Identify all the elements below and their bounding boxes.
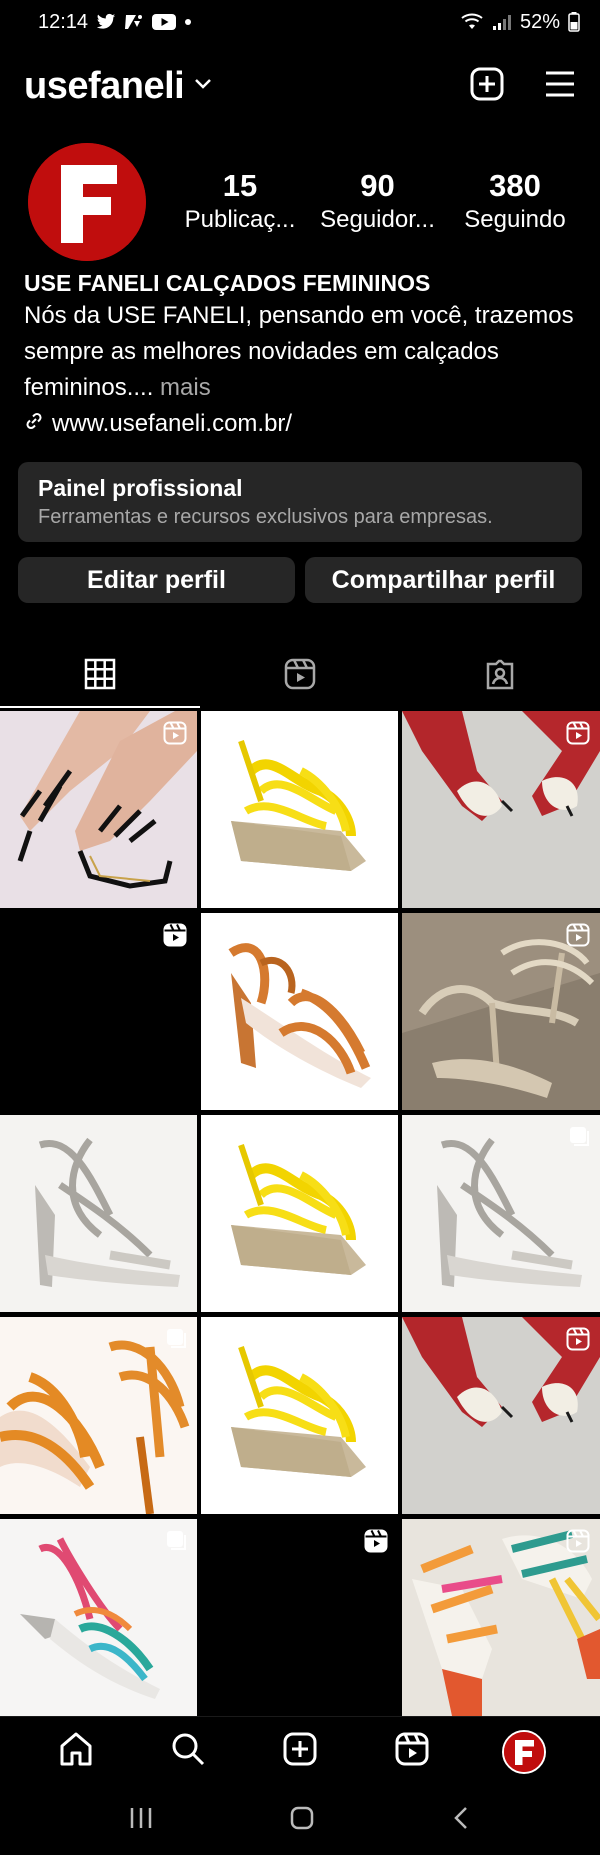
post-thumbnail[interactable] — [0, 711, 197, 908]
profile-tabs — [0, 645, 600, 708]
reel-icon — [566, 1327, 590, 1356]
account-switcher[interactable]: usefaneli — [24, 65, 212, 108]
nav-home[interactable] — [46, 1722, 106, 1782]
post-thumbnail[interactable] — [201, 913, 398, 1110]
reel-icon — [566, 1529, 590, 1558]
edit-profile-button[interactable]: Editar perfil — [18, 557, 295, 603]
post-thumbnail[interactable] — [0, 1519, 197, 1716]
post-thumbnail[interactable] — [0, 1317, 197, 1514]
tab-reels[interactable] — [200, 645, 400, 708]
share-profile-button[interactable]: Compartilhar perfil — [305, 557, 582, 603]
search-icon — [170, 1731, 206, 1772]
twitter-icon — [96, 13, 116, 31]
professional-dashboard[interactable]: Painel profissional Ferramentas e recurs… — [18, 462, 582, 542]
avatar-logo — [28, 143, 146, 261]
posts-grid — [0, 711, 600, 1716]
post-thumbnail[interactable] — [0, 913, 197, 1110]
reel-icon — [163, 721, 187, 750]
battery-icon — [568, 12, 580, 32]
bio-website-link[interactable]: www.usefaneli.com.br/ — [24, 406, 584, 442]
post-thumbnail[interactable] — [201, 1519, 398, 1716]
post-thumbnail[interactable] — [0, 1115, 197, 1312]
status-time: 12:14 — [38, 10, 89, 33]
profile-header: usefaneli — [0, 60, 600, 112]
post-thumbnail[interactable] — [201, 1317, 398, 1514]
bio-more-link[interactable]: mais — [153, 374, 211, 401]
multi-icon — [366, 1327, 388, 1354]
stat-following[interactable]: 380 Seguindo — [450, 168, 580, 236]
profile-summary: 15 Publicaç... 90 Seguidor... 380 Seguin… — [0, 140, 600, 270]
post-thumbnail[interactable] — [201, 711, 398, 908]
profile-avatar — [502, 1729, 546, 1774]
create-icon — [282, 1731, 318, 1772]
app-icon — [124, 13, 144, 31]
multi-icon — [165, 1529, 187, 1556]
reels-icon — [394, 1731, 430, 1772]
menu-icon[interactable] — [544, 70, 576, 103]
username: usefaneli — [24, 64, 185, 107]
stat-followers[interactable]: 90 Seguidor... — [313, 168, 443, 236]
tab-tagged[interactable] — [400, 645, 600, 708]
profile-stats: 15 Publicaç... 90 Seguidor... 380 Seguin… — [175, 168, 580, 236]
profile-bio: USE FANELI CALÇADOS FEMININOS Nós da USE… — [24, 268, 584, 442]
status-bar: 12:14 52% — [0, 0, 600, 44]
post-thumbnail[interactable] — [402, 1317, 600, 1514]
home-icon — [58, 1731, 94, 1772]
system-navigation — [0, 1786, 600, 1855]
stat-label: Seguidor... — [320, 205, 435, 233]
pro-panel-subtitle: Ferramentas e recursos exclusivos para e… — [38, 506, 493, 528]
nav-reels[interactable] — [382, 1722, 442, 1782]
youtube-icon — [152, 13, 177, 31]
stat-label: Seguindo — [464, 205, 566, 233]
stat-value: 90 — [360, 168, 395, 203]
reels-icon — [284, 658, 316, 695]
stat-value: 380 — [489, 168, 541, 203]
stat-value: 15 — [222, 168, 258, 203]
post-thumbnail[interactable] — [402, 1115, 600, 1312]
wifi-icon — [460, 13, 484, 31]
signal-icon — [492, 13, 512, 31]
bio-name: USE FANELI CALÇADOS FEMININOS — [24, 270, 431, 296]
reel-icon — [163, 923, 187, 952]
battery-percent: 52% — [519, 10, 560, 33]
home-button-icon[interactable] — [288, 1804, 316, 1837]
reel-icon — [566, 721, 590, 750]
stat-posts[interactable]: 15 Publicaç... — [175, 168, 305, 236]
nav-search[interactable] — [158, 1722, 218, 1782]
reel-icon — [364, 1529, 388, 1558]
bio-text: Nós da USE FANELI, pensando em você, tra… — [24, 298, 584, 406]
website-url: www.usefaneli.com.br/ — [52, 410, 293, 437]
post-thumbnail[interactable] — [402, 913, 600, 1110]
dot-icon — [184, 18, 192, 26]
reel-icon — [566, 923, 590, 952]
bottom-navigation — [0, 1716, 600, 1786]
post-thumbnail[interactable] — [402, 711, 600, 908]
back-icon[interactable] — [449, 1804, 473, 1837]
nav-profile[interactable] — [494, 1722, 554, 1782]
tab-posts[interactable] — [0, 645, 200, 708]
post-thumbnail[interactable] — [201, 1115, 398, 1312]
chevron-down-icon — [194, 77, 212, 95]
avatar[interactable] — [28, 143, 146, 261]
link-icon — [24, 406, 44, 442]
nav-create[interactable] — [270, 1722, 330, 1782]
post-thumbnail[interactable] — [402, 1519, 600, 1716]
create-post-icon[interactable] — [470, 67, 504, 106]
multi-icon — [165, 1327, 187, 1354]
tagged-icon — [484, 658, 516, 695]
multi-icon — [568, 1125, 590, 1152]
recent-apps-icon[interactable] — [127, 1805, 155, 1836]
pro-panel-title: Painel profissional — [38, 475, 243, 501]
grid-icon — [84, 658, 116, 695]
bio-body: Nós da USE FANELI, pensando em você, tra… — [24, 302, 574, 401]
stat-label: Publicaç... — [184, 205, 296, 233]
profile-actions: Editar perfil Compartilhar perfil — [18, 557, 582, 603]
